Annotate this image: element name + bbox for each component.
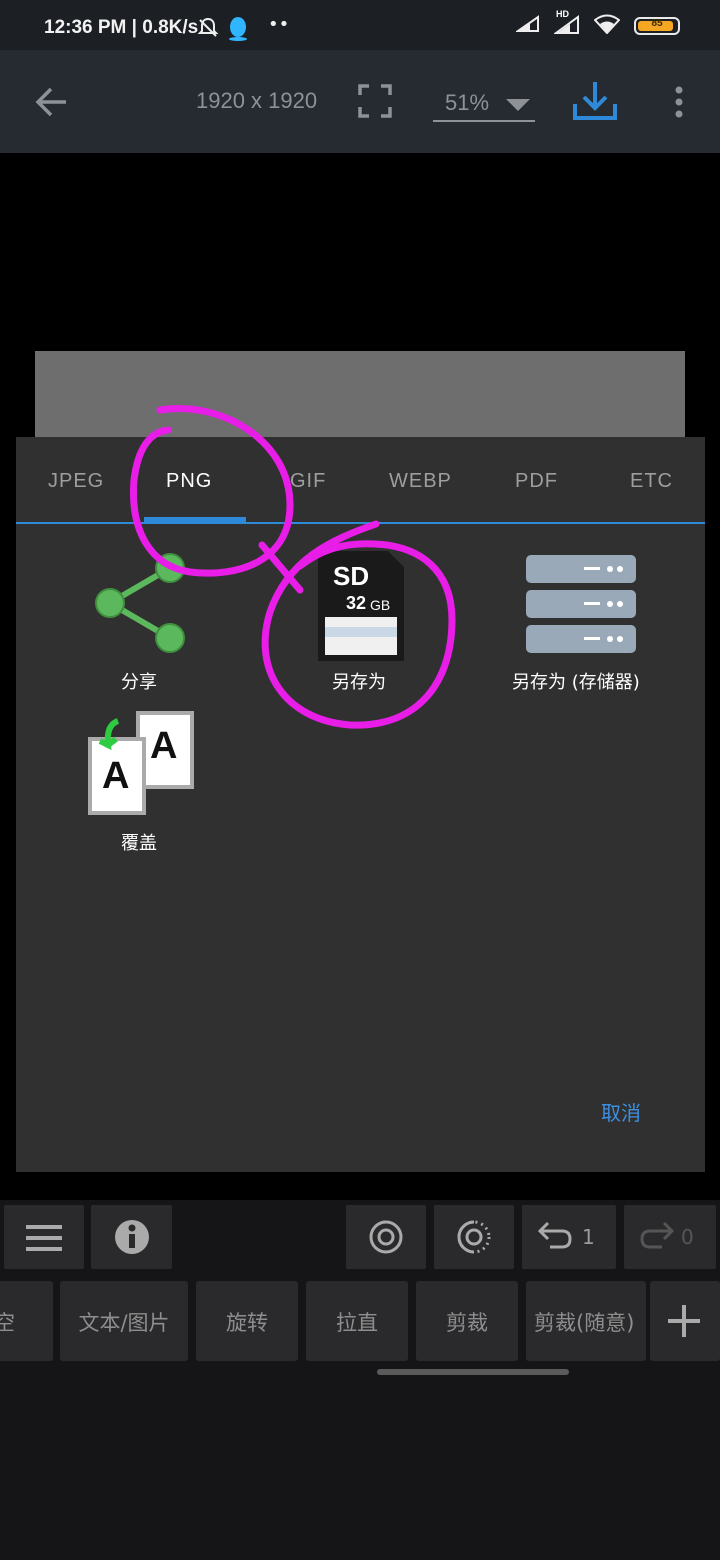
info-icon	[114, 1219, 150, 1259]
wifi-icon	[593, 14, 621, 38]
share-label: 分享	[121, 672, 157, 693]
chevron-down-icon	[506, 98, 530, 117]
share-icon	[90, 553, 190, 657]
save-as-option[interactable]: SD 32 GB 另存为	[296, 547, 426, 693]
tab-png[interactable]: PNG	[166, 470, 212, 493]
zoom-select[interactable]: 51%	[433, 86, 535, 122]
tool-label-straighten: 拉直	[336, 1311, 378, 1335]
mute-icon	[197, 17, 219, 43]
undo-icon	[537, 1221, 572, 1255]
more-status-icon: ••	[268, 14, 290, 35]
tool-rotate[interactable]: 旋转	[196, 1281, 298, 1361]
overwrite-icon: A A	[86, 711, 196, 821]
download-icon[interactable]	[572, 80, 618, 126]
target-icon	[368, 1219, 404, 1259]
status-time: 12:36 PM | 0.8K/s	[44, 17, 199, 38]
image-preview	[35, 351, 685, 441]
redo-button[interactable]: 0	[624, 1205, 716, 1269]
sd-title: SD	[333, 561, 370, 591]
cancel-button[interactable]: 取消	[601, 1097, 641, 1126]
tool-blank[interactable]: 空	[0, 1281, 53, 1361]
zoom-value: 51%	[445, 90, 490, 115]
image-dimensions: 1920 x 1920	[196, 88, 318, 113]
undo-count: 1	[582, 1225, 595, 1249]
top-toolbar: 1920 x 1920 51%	[0, 50, 720, 153]
save-as-label: 另存为	[332, 672, 386, 693]
tab-indicator	[144, 517, 246, 522]
overwrite-letter-back: A	[150, 725, 178, 767]
overwrite-letter-front: A	[102, 755, 130, 797]
menu-icon	[26, 1225, 62, 1255]
status-bar: 12:36 PM | 0.8K/s •• HD 85	[0, 0, 720, 50]
tab-jpeg[interactable]: JPEG	[48, 470, 104, 493]
tool-crop-free[interactable]: 剪裁(随意)	[526, 1281, 646, 1361]
dotted-circle-icon	[456, 1219, 492, 1259]
tool-label-crop: 剪裁	[446, 1311, 488, 1335]
info-button[interactable]	[91, 1205, 172, 1269]
format-tabs: JPEG PNG GIF WEBP PDF ETC	[16, 437, 705, 524]
overwrite-label: 覆盖	[121, 833, 157, 854]
sd-card-icon: SD 32 GB	[318, 551, 404, 665]
tool-label-crop-free: 剪裁(随意)	[534, 1311, 635, 1335]
bottom-panel: 1 0 空 文本/图片 旋转 拉直 剪裁 剪裁(随意)	[0, 1200, 720, 1560]
back-arrow-icon[interactable]	[34, 86, 68, 122]
more-vert-icon[interactable]	[674, 86, 684, 122]
compare-button[interactable]	[434, 1205, 514, 1269]
share-option[interactable]: 分享	[76, 547, 206, 693]
tool-label-rotate: 旋转	[226, 1311, 268, 1335]
server-icon	[526, 555, 636, 659]
sd-capacity: 32	[346, 593, 367, 613]
tool-straighten[interactable]: 拉直	[306, 1281, 408, 1361]
save-dialog: JPEG PNG GIF WEBP PDF ETC 分享 SD 32 GB 另存…	[16, 437, 705, 1172]
scroll-handle[interactable]	[377, 1369, 569, 1375]
qq-icon	[227, 15, 249, 45]
add-tool-button[interactable]	[650, 1281, 720, 1361]
battery-indicator: 85	[634, 17, 680, 35]
menu-button[interactable]	[4, 1205, 84, 1269]
target-button[interactable]	[346, 1205, 426, 1269]
tab-gif[interactable]: GIF	[290, 470, 326, 493]
tool-label-blank: 空	[0, 1311, 15, 1335]
sd-unit: GB	[370, 597, 391, 613]
save-as-storage-option[interactable]: 另存为 (存储器)	[504, 547, 674, 693]
tab-pdf[interactable]: PDF	[515, 470, 558, 493]
hd-signal-icon: HD	[552, 9, 580, 39]
battery-level: 85	[651, 18, 663, 29]
undo-button[interactable]: 1	[522, 1205, 616, 1269]
fullscreen-icon[interactable]	[358, 84, 392, 122]
tab-webp[interactable]: WEBP	[389, 470, 452, 493]
tool-label-text-image: 文本/图片	[78, 1311, 170, 1335]
overwrite-option[interactable]: A A 覆盖	[76, 707, 206, 857]
tool-crop[interactable]: 剪裁	[416, 1281, 518, 1361]
hd-label: HD	[556, 9, 569, 19]
tab-etc[interactable]: ETC	[630, 470, 673, 493]
signal-icon	[514, 15, 540, 37]
redo-count: 0	[681, 1225, 694, 1249]
redo-icon	[640, 1221, 675, 1255]
save-as-storage-label: 另存为 (存储器)	[512, 672, 640, 693]
plus-icon	[668, 1305, 700, 1341]
tool-text-image[interactable]: 文本/图片	[60, 1281, 188, 1361]
